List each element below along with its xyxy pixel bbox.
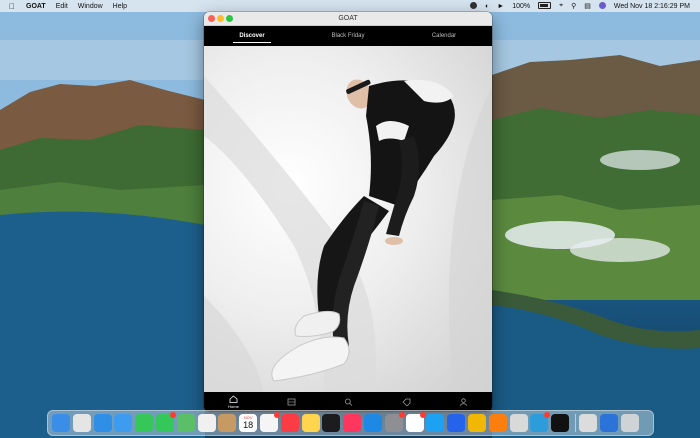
search-icon (345, 398, 353, 406)
profile-icon (459, 398, 468, 406)
notification-badge (419, 412, 426, 418)
dock-goat-icon[interactable] (551, 414, 570, 432)
dock-notes-icon[interactable] (301, 414, 320, 432)
window-close-button[interactable] (208, 15, 215, 22)
nav-tag[interactable] (402, 398, 411, 406)
dock-tasks-icon[interactable] (447, 414, 466, 432)
menu-bar:  GOAT Edit Window Help ◐ ► 100% ⌖ ⚲ ▤ W… (0, 0, 700, 12)
dock-messages-icon[interactable] (155, 412, 176, 432)
tab-calendar[interactable]: Calendar (396, 26, 492, 46)
top-tab-bar: Discover Black Friday Calendar (204, 26, 492, 46)
play-icon[interactable]: ► (493, 3, 508, 10)
menu-app-name[interactable]: GOAT (21, 3, 51, 10)
dock-slack-icon[interactable] (405, 412, 426, 432)
dock-safari-icon[interactable] (93, 414, 112, 432)
menu-help[interactable]: Help (108, 3, 132, 10)
dock: NOV 18 (47, 410, 654, 436)
battery-percent: 100% (512, 2, 531, 10)
control-center-icon[interactable]: ▤ (580, 2, 595, 10)
notification-badge (398, 412, 405, 418)
dock-launchpad-icon[interactable] (72, 414, 91, 432)
tag-icon (402, 398, 410, 406)
menu-extras: ◐ ► 100% ⌖ ⚲ ▤ Wed Nov 18 2:16:29 PM (466, 2, 700, 10)
dock-screen-time-icon[interactable] (599, 414, 618, 432)
dock-overcast-icon[interactable] (488, 414, 507, 432)
home-icon (229, 395, 238, 403)
dock-separator (574, 414, 576, 432)
dock-facetime-icon[interactable] (135, 414, 154, 432)
menu-clock[interactable]: Wed Nov 18 2:16:29 PM (610, 3, 694, 10)
dock-photos-icon[interactable] (197, 414, 216, 432)
dock-twitter-icon[interactable] (426, 414, 445, 432)
dock-calendar-icon[interactable]: NOV 18 (239, 414, 258, 432)
apple-menu-icon[interactable]:  (0, 2, 21, 11)
window-titlebar[interactable]: GOAT (204, 12, 492, 26)
dock-tweetbot-icon[interactable] (530, 412, 551, 432)
dock-downloads-icon[interactable] (578, 414, 597, 432)
siri-icon[interactable] (595, 2, 610, 10)
notification-badge (544, 412, 551, 418)
dock-news-icon[interactable] (343, 414, 362, 432)
dock-tes-icon[interactable] (467, 414, 486, 432)
window-minimize-button[interactable] (217, 15, 224, 22)
notification-badge (169, 412, 176, 418)
dock-contacts-icon[interactable] (218, 414, 237, 432)
dock-maps-icon[interactable] (176, 414, 195, 432)
nav-home-label: Home (228, 404, 239, 409)
nav-search[interactable] (344, 398, 353, 406)
dock-reminders-icon[interactable] (259, 412, 280, 432)
spotlight-search-icon[interactable]: ⚲ (567, 2, 580, 10)
dock-tv-icon[interactable] (322, 414, 341, 432)
nav-profile[interactable] (459, 398, 468, 406)
notification-badge (273, 412, 280, 418)
dock-calendar-day: 18 (243, 420, 254, 430)
dock-app-store-icon[interactable] (363, 414, 382, 432)
night-shift-icon[interactable]: ◐ (481, 3, 493, 10)
dock-finder-icon[interactable] (52, 414, 70, 432)
wifi-icon[interactable]: ⌖ (555, 2, 567, 10)
goat-app-window: GOAT Discover Black Friday Calendar Home (204, 12, 492, 412)
nav-home[interactable]: Home (228, 395, 239, 409)
dock-trash-icon[interactable] (620, 414, 639, 432)
bottom-navigation: Home (204, 392, 492, 412)
nav-box[interactable] (287, 398, 296, 406)
box-icon (287, 398, 296, 406)
dock-mail-icon[interactable] (114, 414, 133, 432)
hero-image[interactable] (204, 46, 492, 393)
status-app-icon[interactable] (466, 2, 481, 10)
dock-system-preferences-icon[interactable] (384, 412, 405, 432)
tab-discover[interactable]: Discover (204, 26, 300, 46)
menu-window[interactable]: Window (73, 3, 108, 10)
hero-illustration (204, 76, 492, 393)
dock-preview-icon[interactable] (509, 414, 528, 432)
tab-black-friday[interactable]: Black Friday (300, 26, 396, 46)
window-title: GOAT (338, 15, 358, 22)
dock-music-icon[interactable] (280, 414, 299, 432)
battery-icon[interactable] (534, 2, 555, 10)
menu-edit[interactable]: Edit (51, 3, 73, 10)
window-zoom-button[interactable] (226, 15, 233, 22)
